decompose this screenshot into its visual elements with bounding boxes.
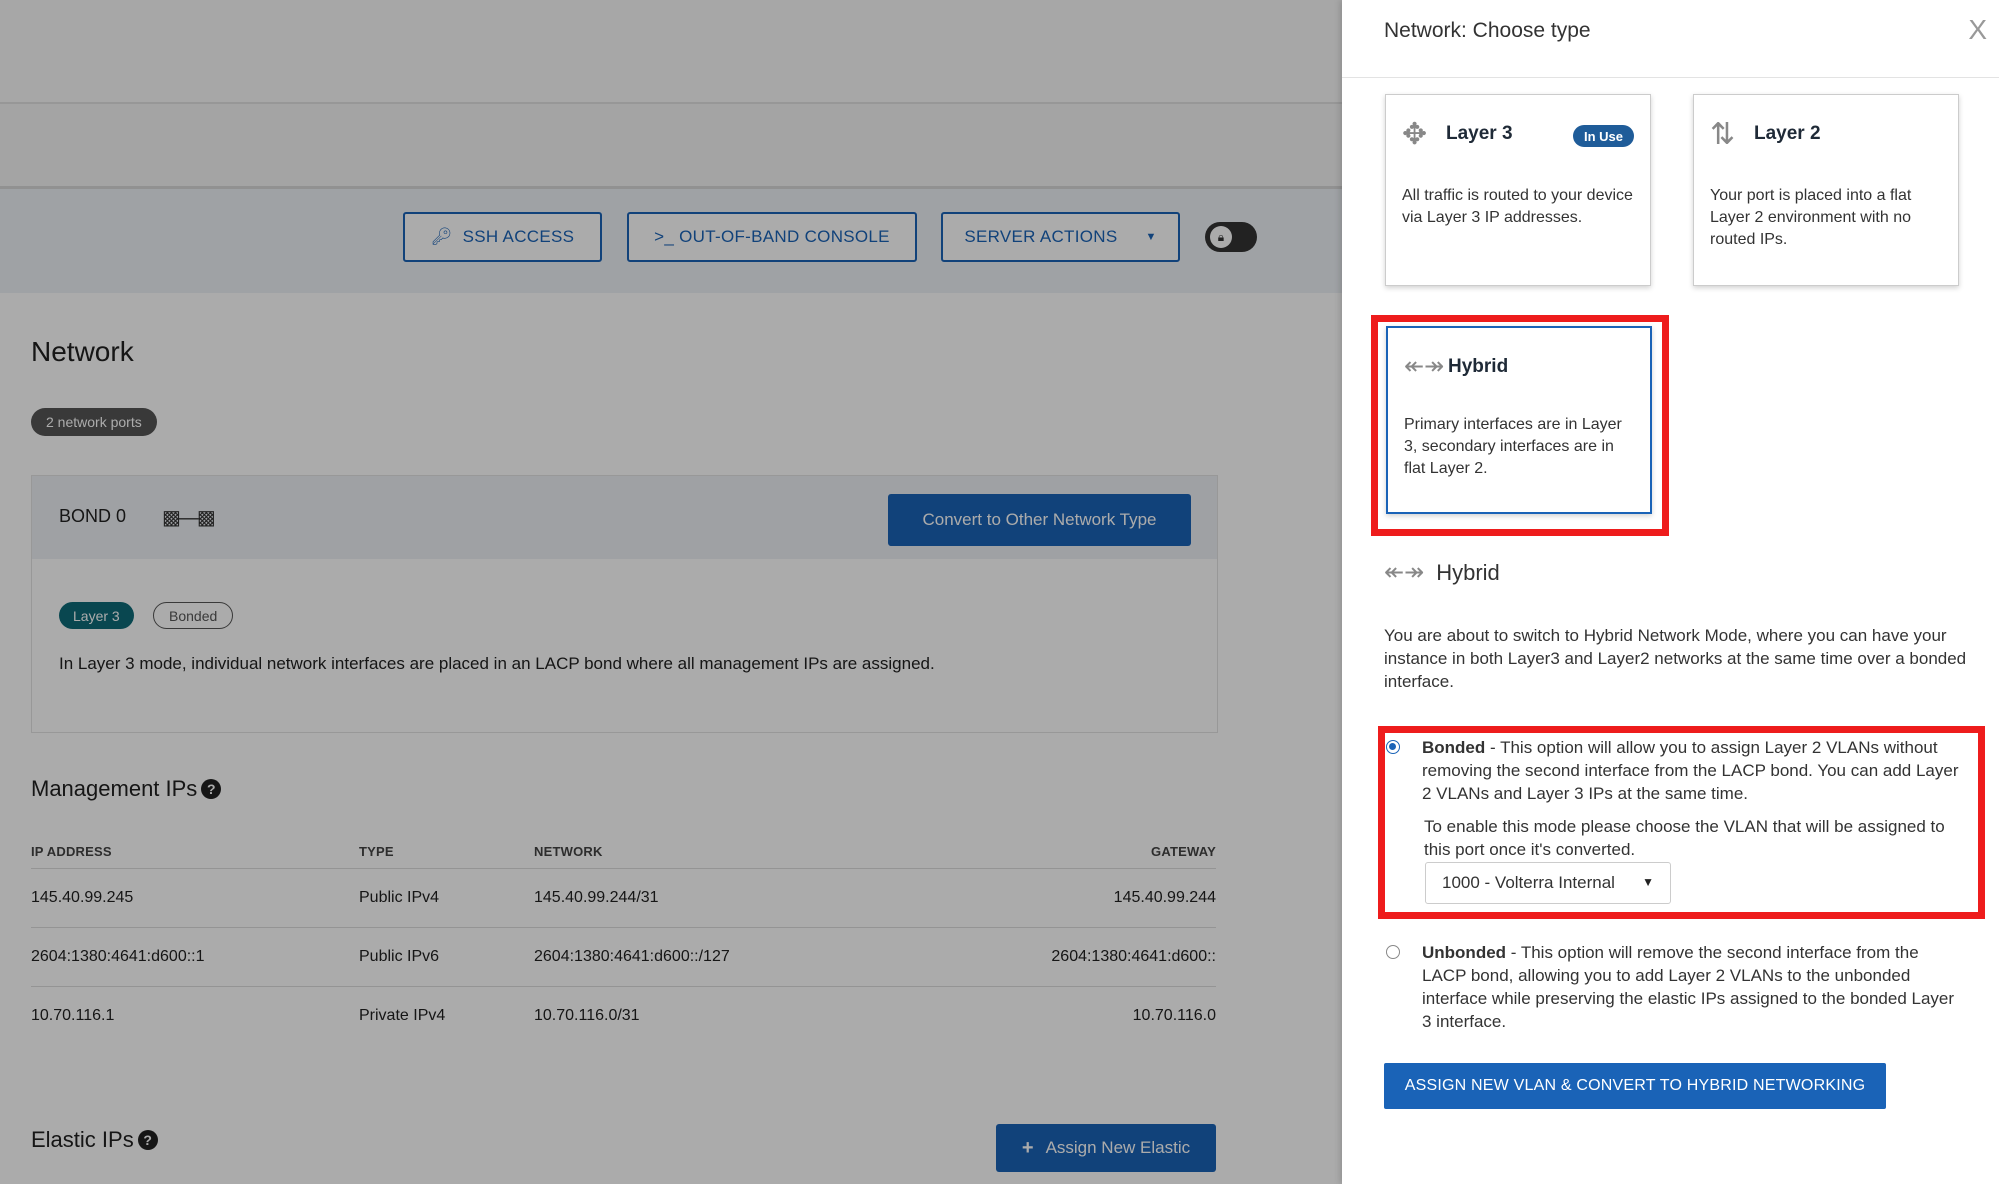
hybrid-section-description: You are about to switch to Hybrid Networ…	[1384, 626, 1967, 691]
layer2-card-description: Your port is placed into a flat Layer 2 …	[1710, 187, 1912, 248]
layer3-card[interactable]: ✥ Layer 3 In Use All traffic is routed t…	[1385, 94, 1651, 286]
layer3-card-description: All traffic is routed to your device via…	[1402, 187, 1633, 226]
drawer-title: Network: Choose type	[1384, 19, 1591, 42]
close-icon[interactable]: X	[1968, 14, 1987, 46]
layer2-card-title: Layer 2	[1754, 123, 1821, 144]
divider	[1342, 77, 1999, 78]
hybrid-section-title: Hybrid	[1436, 559, 1500, 585]
unbonded-radio[interactable]	[1386, 945, 1400, 959]
layer2-card[interactable]: ⇅ Layer 2 Your port is placed into a fla…	[1693, 94, 1959, 286]
in-use-badge: In Use	[1572, 125, 1634, 147]
routed-arrows-icon: ✥	[1402, 118, 1428, 151]
modal-backdrop[interactable]	[0, 0, 1342, 1184]
highlight-bonded-option	[1378, 726, 1985, 919]
hybrid-arrows-icon: ↞↠	[1384, 559, 1425, 586]
unbonded-option-text: Unbonded - This option will remove the s…	[1422, 941, 1967, 1033]
layer3-card-title: Layer 3	[1446, 123, 1513, 144]
hybrid-section-heading: ↞↠ Hybrid	[1384, 558, 1500, 587]
flat-switch-icon: ⇅	[1710, 118, 1736, 151]
assign-vlan-convert-hybrid-button[interactable]: ASSIGN NEW VLAN & CONVERT TO HYBRID NETW…	[1384, 1063, 1886, 1109]
highlight-hybrid-card	[1371, 315, 1669, 536]
unbonded-label: Unbonded	[1422, 943, 1507, 962]
